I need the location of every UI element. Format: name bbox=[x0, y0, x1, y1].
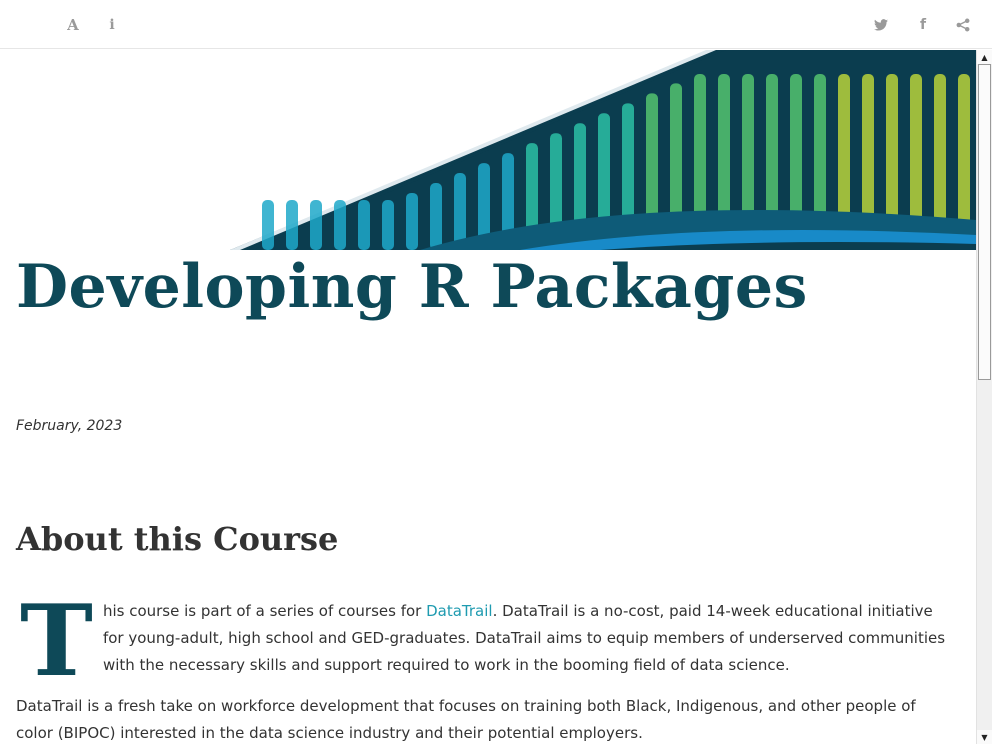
facebook-icon[interactable]: f bbox=[912, 14, 934, 36]
section-heading: About this Course bbox=[16, 520, 339, 558]
book-body: Developing R Packages February, 2023 Abo… bbox=[0, 50, 976, 744]
drop-cap: T bbox=[20, 584, 93, 699]
banner-bar bbox=[358, 200, 370, 250]
twitter-icon[interactable] bbox=[870, 14, 892, 36]
publish-date: February, 2023 bbox=[16, 418, 123, 434]
banner-bar bbox=[310, 200, 322, 250]
twitter-glyph bbox=[874, 19, 888, 31]
book-toolbar: A i f bbox=[0, 0, 992, 49]
share-glyph bbox=[956, 18, 970, 32]
banner-bar bbox=[382, 200, 394, 250]
font-settings-icon[interactable]: A bbox=[62, 14, 84, 36]
scroll-down-arrow-icon[interactable]: ▼ bbox=[977, 730, 992, 744]
banner-bar bbox=[262, 200, 274, 250]
info-icon[interactable]: i bbox=[101, 14, 123, 36]
banner-bar bbox=[286, 200, 298, 250]
share-icon[interactable] bbox=[952, 14, 974, 36]
para1-start: his course is part of a series of course… bbox=[102, 602, 427, 620]
intro-paragraph: This course is part of a series of cours… bbox=[16, 584, 956, 699]
scroll-up-arrow-icon[interactable]: ▲ bbox=[977, 50, 992, 64]
scrollbar-thumb[interactable] bbox=[978, 64, 991, 380]
banner-bar bbox=[430, 183, 442, 250]
banner-bar bbox=[334, 200, 346, 250]
course-banner-image bbox=[230, 50, 976, 250]
page-title: Developing R Packages bbox=[16, 252, 808, 322]
datatrail-link[interactable]: DataTrail bbox=[426, 602, 492, 620]
banner-bar bbox=[406, 192, 418, 250]
body-paragraph: DataTrail is a fresh take on workforce d… bbox=[16, 697, 916, 742]
vertical-scrollbar[interactable]: ▲ ▼ bbox=[976, 50, 992, 744]
